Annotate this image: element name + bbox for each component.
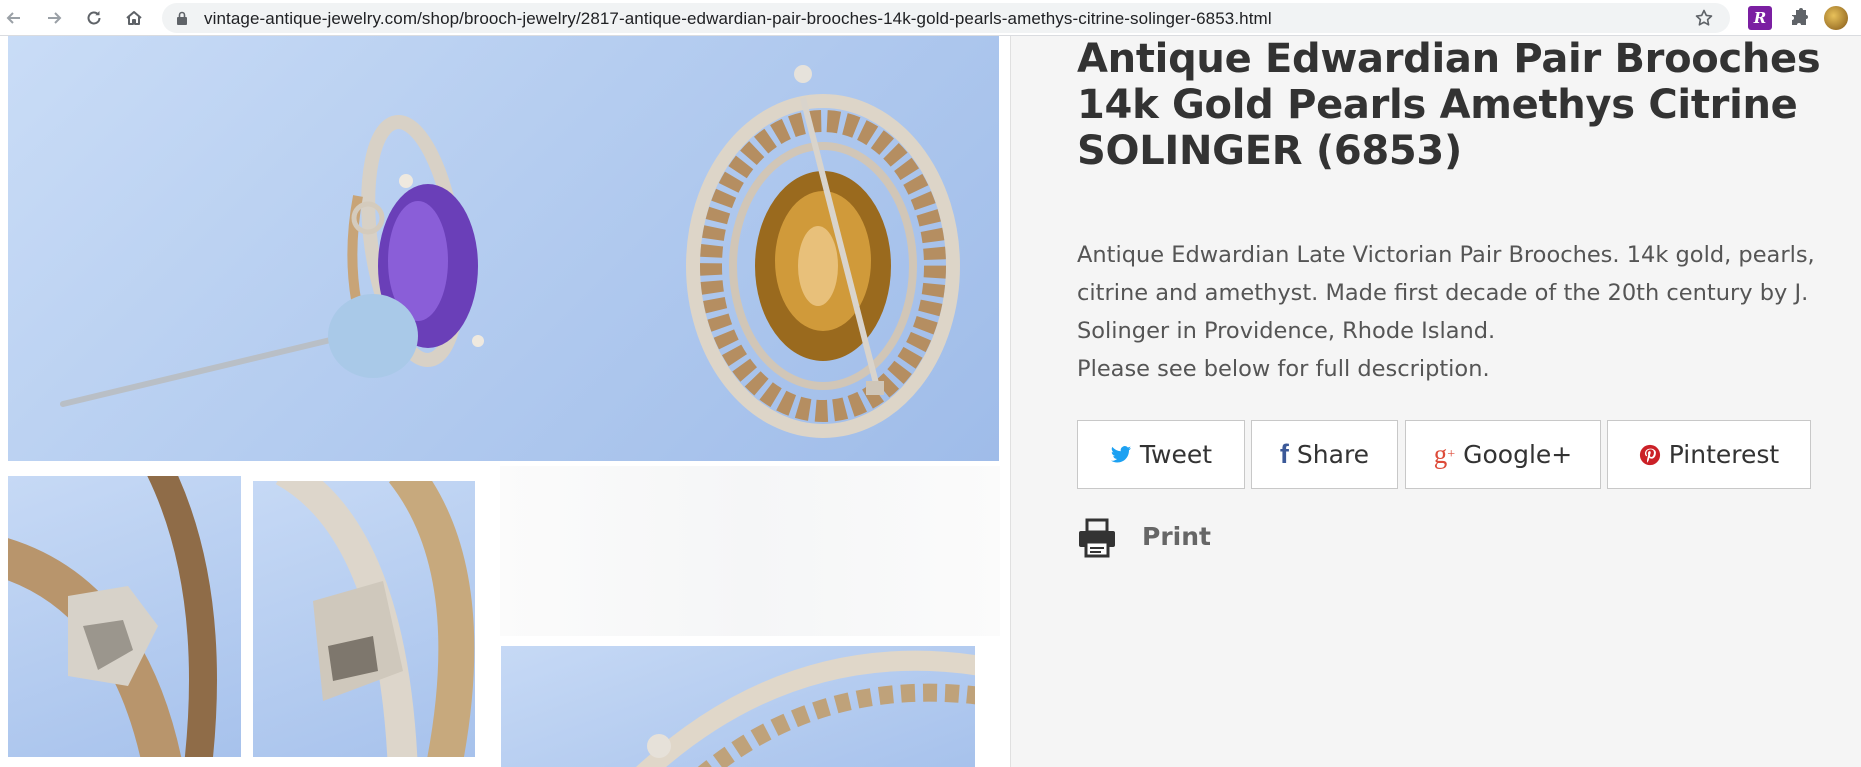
tweet-label: Tweet	[1139, 440, 1213, 469]
description-note: Please see below for full description.	[1077, 356, 1490, 382]
product-info: Antique Edwardian Pair Brooches 14k Gold…	[1010, 36, 1861, 767]
extension-r-icon[interactable]: R	[1748, 6, 1772, 30]
tweet-button[interactable]: Tweet	[1077, 420, 1245, 489]
product-gallery	[0, 36, 1010, 767]
google-plus-icon: g +	[1433, 439, 1456, 469]
profile-avatar[interactable]	[1824, 6, 1848, 30]
home-icon[interactable]	[122, 6, 146, 30]
printer-icon[interactable]	[1077, 518, 1117, 558]
twitter-icon	[1110, 445, 1132, 465]
pinterest-button[interactable]: Pinterest	[1607, 420, 1811, 489]
print-link[interactable]: Print	[1077, 518, 1277, 558]
puzzle-icon[interactable]	[1787, 6, 1811, 30]
google-label: Google+	[1463, 440, 1573, 469]
product-title: Antique Edwardian Pair Brooches 14k Gold…	[1077, 36, 1821, 174]
address-bar[interactable]: vintage-antique-jewelry.com/shop/brooch-…	[162, 3, 1730, 33]
hallmark-closeup-1[interactable]	[8, 476, 241, 757]
facebook-icon: f	[1279, 439, 1289, 469]
pinterest-icon	[1639, 444, 1661, 466]
print-label[interactable]: Print	[1142, 522, 1211, 551]
image-placeholder	[500, 466, 1000, 636]
facebook-share-button[interactable]: f Share	[1251, 420, 1398, 489]
brooch-pair-photo[interactable]	[8, 36, 999, 461]
google-plus-button[interactable]: g + Google+	[1405, 420, 1601, 489]
share-label: Share	[1296, 440, 1370, 469]
back-arrow-icon[interactable]	[2, 6, 26, 30]
description-text: Antique Edwardian Late Victorian Pair Br…	[1077, 242, 1815, 344]
browser-toolbar: vintage-antique-jewelry.com/shop/brooch-…	[0, 0, 1861, 36]
pinterest-label: Pinterest	[1668, 440, 1780, 469]
product-description: Antique Edwardian Late Victorian Pair Br…	[1077, 236, 1847, 388]
brooch-frame-closeup[interactable]	[501, 646, 975, 767]
star-icon[interactable]	[1694, 8, 1714, 28]
forward-arrow-icon[interactable]	[42, 6, 66, 30]
reload-icon[interactable]	[82, 6, 106, 30]
hallmark-closeup-2[interactable]	[253, 481, 475, 757]
url-text[interactable]: vintage-antique-jewelry.com/shop/brooch-…	[204, 9, 1272, 29]
page: Antique Edwardian Pair Brooches 14k Gold…	[0, 36, 1861, 767]
lock-icon[interactable]	[176, 11, 188, 25]
